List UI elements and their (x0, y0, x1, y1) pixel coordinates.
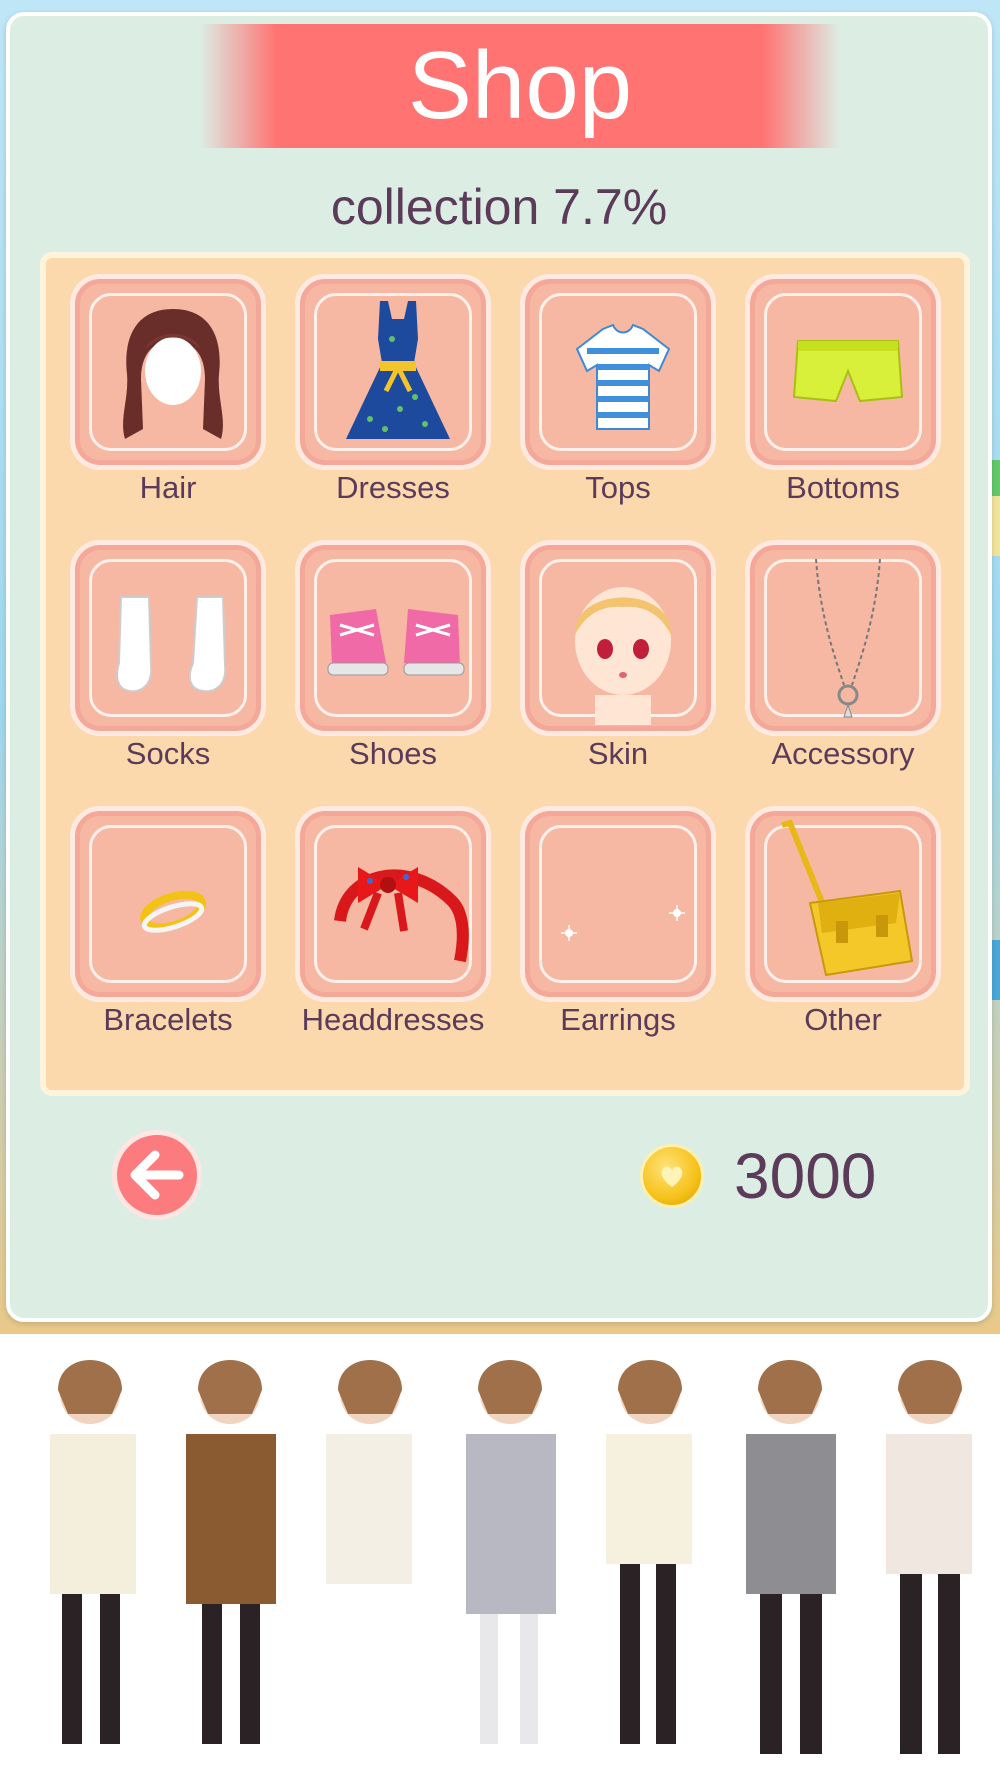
category-label: Tops (585, 470, 651, 505)
hair-icon (123, 309, 223, 439)
category-label: Shoes (349, 736, 437, 771)
bag-icon (781, 819, 914, 977)
category-label: Headdresses (301, 1002, 485, 1037)
arrow-left-icon (130, 1150, 184, 1200)
category-socks[interactable]: Socks (70, 540, 270, 790)
category-grid: Hair Dresses Tops Bottoms Socks Shoes Sk… (40, 252, 970, 1096)
title-banner: Shop (200, 24, 840, 148)
coin-balance: 3000 (734, 1140, 877, 1212)
category-dresses[interactable]: Dresses (295, 274, 495, 524)
dress-icon (346, 301, 450, 439)
category-hair[interactable]: Hair (70, 274, 270, 524)
necklace-icon (815, 558, 881, 718)
promo-illustration (0, 1334, 1000, 1778)
category-bottoms[interactable]: Bottoms (745, 274, 945, 524)
collection-progress: collection 7.7% (330, 179, 668, 235)
category-label: Bracelets (103, 1002, 233, 1037)
face-icon (574, 587, 672, 725)
headband-icon (334, 867, 469, 963)
coin-icon (640, 1144, 704, 1208)
category-skin[interactable]: Skin (520, 540, 720, 790)
category-label: Hair (139, 470, 197, 505)
page-title: Shop (407, 32, 633, 139)
bracelet-icon (140, 890, 206, 933)
category-headdresses[interactable]: Headdresses (295, 806, 495, 1056)
shoes-icon (327, 609, 465, 676)
category-label: Socks (125, 736, 211, 771)
category-shoes[interactable]: Shoes (295, 540, 495, 790)
shop-panel: Shop collection 7.7% Hair Dresses Tops B… (6, 12, 992, 1322)
category-label: Skin (587, 736, 649, 771)
category-label: Accessory (771, 736, 915, 771)
category-label: Earrings (560, 1002, 676, 1037)
category-other[interactable]: Other (745, 806, 945, 1056)
category-earrings[interactable]: Earrings (520, 806, 720, 1056)
category-label: Bottoms (786, 470, 900, 505)
socks-icon (116, 596, 227, 693)
category-accessory[interactable]: Accessory (745, 540, 945, 790)
category-label: Other (804, 1002, 882, 1037)
back-button[interactable] (112, 1130, 202, 1220)
category-label: Dresses (336, 470, 450, 505)
category-bracelets[interactable]: Bracelets (70, 806, 270, 1056)
earrings-icon (561, 905, 685, 941)
fashion-girls-illustration (50, 1360, 972, 1754)
top-icon (575, 323, 671, 430)
category-tops[interactable]: Tops (520, 274, 720, 524)
shorts-icon (792, 340, 904, 403)
